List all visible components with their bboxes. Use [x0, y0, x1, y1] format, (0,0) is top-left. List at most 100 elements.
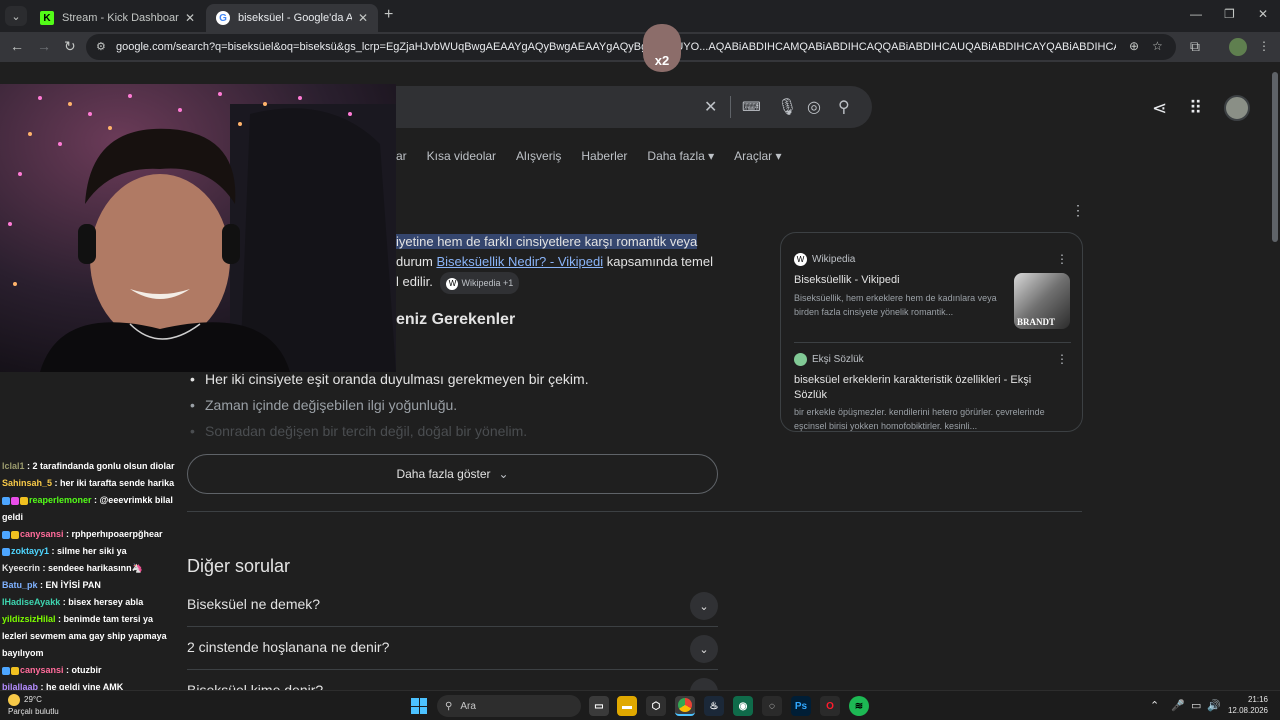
close-window-icon[interactable]: ✕ [1258, 7, 1268, 21]
restore-icon[interactable]: ❐ [1224, 7, 1235, 21]
question-item[interactable]: Biseksüel ne demek? ⌄ [187, 584, 718, 627]
chat-username[interactable]: IHadiseAyakk [2, 597, 60, 607]
filter-tab[interactable]: Alışveriş [516, 149, 561, 163]
weather-desc: Parçalı bulutlu [8, 707, 59, 716]
profile-avatar[interactable] [1229, 38, 1247, 56]
chevron-down-icon[interactable]: ⌄ [690, 592, 718, 620]
tab-search-button[interactable]: ⌄ [5, 6, 27, 26]
app-icon[interactable]: ⬡ [646, 696, 666, 716]
lens-icon[interactable]: ◎ [807, 97, 821, 117]
divider [794, 342, 1071, 343]
start-button[interactable] [411, 698, 427, 714]
close-icon[interactable]: ✕ [185, 11, 195, 25]
zoom-icon[interactable]: ⊕ [1129, 39, 1139, 53]
scroll-thumb[interactable] [1272, 72, 1278, 242]
source-site[interactable]: Ekşi Sözlük [794, 353, 864, 366]
chat-badge-icon [2, 666, 10, 675]
chat-separator: : [37, 580, 46, 590]
multiplier-overlay: x2 [643, 24, 681, 72]
microphone-icon[interactable]: 🎙 [777, 97, 797, 117]
more-options-icon[interactable]: ⋮ [1056, 352, 1068, 366]
chat-username[interactable]: Sahinsah_5 [2, 478, 52, 488]
snippet-text: durum [396, 254, 437, 269]
question-item[interactable]: 2 cinstende hoşlanana ne denir? ⌄ [187, 627, 718, 670]
search-icon[interactable]: ⚲ [838, 97, 850, 117]
webcam-feed [0, 84, 396, 372]
app-icon[interactable]: ◌ [762, 696, 782, 716]
network-icon[interactable]: ▭ [1191, 699, 1201, 712]
url-text[interactable]: google.com/search?q=biseksüel&oq=biseksü… [116, 41, 1116, 53]
snippet-text: l edilir. [396, 274, 433, 289]
menu-icon[interactable]: ⋮ [1258, 39, 1270, 53]
steam-icon[interactable]: ♨ [704, 696, 724, 716]
xbox-icon[interactable]: ◉ [733, 696, 753, 716]
microphone-icon[interactable]: 🎤 [1171, 699, 1185, 712]
more-options-icon[interactable]: ⋮ [1056, 252, 1068, 266]
forward-icon[interactable]: → [37, 38, 51, 54]
list-item-text: Zaman içinde değişebilen ilgi yoğunluğu. [205, 397, 458, 413]
task-view-icon[interactable]: ▭ [589, 696, 609, 716]
source-chip[interactable]: W Wikipedia +1 [440, 272, 520, 294]
clear-icon[interactable]: ✕ [704, 97, 717, 117]
source-description: bir erkekle öpüşmezler. kendilerini hete… [794, 407, 1045, 431]
chat-username[interactable]: lclal1 [2, 461, 25, 471]
chat-badge-icon [2, 547, 10, 556]
source-site[interactable]: W Wikipedia [794, 253, 855, 266]
tab-google-search[interactable]: G biseksüel - Google'da Ara ✕ [206, 4, 378, 32]
chrome-icon[interactable] [675, 696, 695, 716]
apps-grid-icon[interactable]: ⠿ [1189, 98, 1202, 119]
file-explorer-icon[interactable]: ▬ [617, 696, 637, 716]
new-tab-icon[interactable]: + [384, 6, 393, 24]
question-text: Biseksüel ne demek? [187, 596, 321, 612]
weather-widget[interactable]: 29°C Parçalı bulutlu [8, 694, 59, 717]
eksi-sozluk-icon [794, 353, 807, 366]
taskbar-search[interactable]: ⚲ Ara [437, 695, 581, 717]
chat-username[interactable]: Batu_pk [2, 580, 38, 590]
photoshop-icon[interactable]: Ps [791, 696, 811, 716]
clock[interactable]: 21:16 12.08.2026 [1226, 694, 1268, 716]
chat-text: otuzbir [71, 665, 102, 675]
question-text: 2 cinstende hoşlanana ne denir? [187, 639, 390, 655]
source-title[interactable]: Biseksüellik - Vikipedi [794, 273, 1004, 288]
chat-username[interactable]: canysansi [20, 665, 64, 675]
show-more-button[interactable]: Daha fazla göster ⌄ [187, 454, 718, 494]
address-bar[interactable]: ⚙ google.com/search?q=biseksüel&oq=bisek… [86, 34, 1176, 60]
account-avatar[interactable] [1224, 95, 1250, 121]
back-icon[interactable]: ← [10, 38, 24, 54]
tab-kick-dashboard[interactable]: K Stream - Kick Dashboard ✕ [30, 4, 205, 32]
filter-tab[interactable]: Haberler [581, 149, 627, 163]
chat-username[interactable]: Kyeecrin [2, 563, 40, 573]
source-thumbnail[interactable]: BRANDT [1014, 273, 1070, 329]
reload-icon[interactable]: ↻ [64, 38, 76, 55]
chat-username[interactable]: canysansi [20, 529, 64, 539]
question-text: Biseksüel kime denir? [187, 682, 324, 690]
keyboard-icon[interactable]: ⌨ [742, 99, 761, 115]
site-info-icon[interactable]: ⚙ [96, 40, 106, 53]
filter-tab[interactable]: Daha fazla ▾ [647, 149, 714, 163]
bookmark-star-icon[interactable]: ☆ [1152, 39, 1163, 53]
chat-username[interactable]: yildizsizHilal [2, 614, 56, 624]
filter-tab[interactable]: ar [396, 149, 407, 163]
filter-tab[interactable]: Araçlar ▾ [734, 149, 781, 163]
chat-username[interactable]: reaperlemoner [29, 495, 92, 505]
filter-tab[interactable]: Kısa videolar [427, 149, 496, 163]
chat-username[interactable]: zoktayy1 [11, 546, 49, 556]
more-options-icon[interactable]: ⋮ [1071, 202, 1085, 219]
extensions-icon[interactable]: ⧉ [1190, 38, 1200, 55]
chevron-up-icon[interactable]: ⌃ [1150, 699, 1159, 712]
chat-text: 2 tarafindanda gonlu olsun diolar [32, 461, 175, 471]
question-item[interactable]: Biseksüel kime denir? ⌄ [187, 670, 718, 690]
spotify-icon[interactable]: ≋ [849, 696, 869, 716]
opera-icon[interactable]: O [820, 696, 840, 716]
source-title[interactable]: biseksüel erkeklerin karakteristik özell… [794, 373, 1064, 403]
page-scrollbar[interactable] [1270, 62, 1280, 690]
chevron-down-icon[interactable]: ⌄ [690, 678, 718, 690]
taskbar: 29°C Parçalı bulutlu ⚲ Ara ▭ ▬ ⬡ ♨ ◉ ◌ P… [0, 690, 1280, 720]
snippet-link[interactable]: Biseksüellik Nedir? - Vikipedi [436, 254, 603, 269]
chevron-down-icon[interactable]: ⌄ [690, 635, 718, 663]
minimize-icon[interactable]: — [1190, 7, 1202, 21]
share-icon[interactable]: ⋖ [1152, 98, 1167, 119]
volume-icon[interactable]: 🔊 [1207, 699, 1221, 712]
close-icon[interactable]: ✕ [358, 11, 368, 25]
search-input[interactable]: ✕ ⌨ 🎙 ◎ ⚲ [380, 86, 872, 128]
